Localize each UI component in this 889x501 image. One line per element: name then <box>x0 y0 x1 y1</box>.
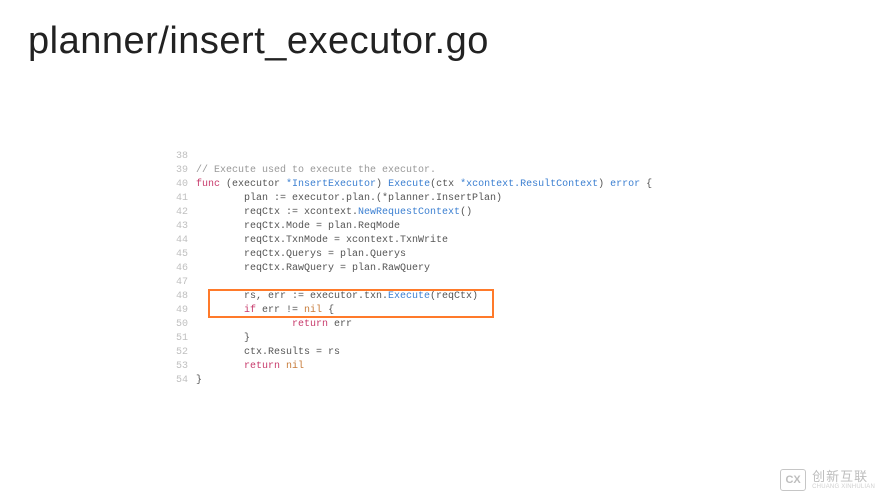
code-line: 46 reqCtx.RawQuery = plan.RawQuery <box>170 262 690 276</box>
code-text: ctx.Results = rs <box>196 346 690 360</box>
code-text: if err != nil { <box>196 304 690 318</box>
code-text: reqCtx.RawQuery = plan.RawQuery <box>196 262 690 276</box>
line-number: 48 <box>170 290 196 304</box>
code-text: plan := executor.plan.(*planner.InsertPl… <box>196 192 690 206</box>
line-number: 43 <box>170 220 196 234</box>
line-number: 42 <box>170 206 196 220</box>
code-line: 43 reqCtx.Mode = plan.ReqMode <box>170 220 690 234</box>
line-number: 41 <box>170 192 196 206</box>
code-line: 45 reqCtx.Querys = plan.Querys <box>170 248 690 262</box>
code-text: reqCtx.Querys = plan.Querys <box>196 248 690 262</box>
code-text: func (executor *InsertExecutor) Execute(… <box>196 178 690 192</box>
page-title: planner/insert_executor.go <box>0 0 889 63</box>
code-text <box>196 276 690 290</box>
code-line: 47 <box>170 276 690 290</box>
code-text: } <box>196 332 690 346</box>
code-line: 54} <box>170 374 690 388</box>
line-number: 47 <box>170 276 196 290</box>
line-number: 38 <box>170 150 196 164</box>
code-line: 49 if err != nil { <box>170 304 690 318</box>
watermark-text-zh: 创新互联 <box>812 470 875 484</box>
code-text: return err <box>196 318 690 332</box>
watermark: CX 创新互联 CHUANG XINHULIAN <box>780 469 875 491</box>
code-line: 52 ctx.Results = rs <box>170 346 690 360</box>
code-text <box>196 150 690 164</box>
code-text: // Execute used to execute the executor. <box>196 164 690 178</box>
line-number: 53 <box>170 360 196 374</box>
line-number: 39 <box>170 164 196 178</box>
line-number: 40 <box>170 178 196 192</box>
code-line: 50 return err <box>170 318 690 332</box>
line-number: 45 <box>170 248 196 262</box>
watermark-text-en: CHUANG XINHULIAN <box>812 484 875 490</box>
code-line: 48 rs, err := executor.txn.Execute(reqCt… <box>170 290 690 304</box>
code-text: reqCtx.Mode = plan.ReqMode <box>196 220 690 234</box>
code-line: 38 <box>170 150 690 164</box>
code-line: 39// Execute used to execute the executo… <box>170 164 690 178</box>
code-text: rs, err := executor.txn.Execute(reqCtx) <box>196 290 690 304</box>
line-number: 46 <box>170 262 196 276</box>
watermark-logo-icon: CX <box>780 469 806 491</box>
code-block: 38 39// Execute used to execute the exec… <box>170 150 690 388</box>
code-line: 44 reqCtx.TxnMode = xcontext.TxnWrite <box>170 234 690 248</box>
code-text: reqCtx := xcontext.NewRequestContext() <box>196 206 690 220</box>
code-text: return nil <box>196 360 690 374</box>
code-line: 41 plan := executor.plan.(*planner.Inser… <box>170 192 690 206</box>
line-number: 54 <box>170 374 196 388</box>
code-line: 53 return nil <box>170 360 690 374</box>
line-number: 52 <box>170 346 196 360</box>
code-line: 42 reqCtx := xcontext.NewRequestContext(… <box>170 206 690 220</box>
code-text: reqCtx.TxnMode = xcontext.TxnWrite <box>196 234 690 248</box>
line-number: 44 <box>170 234 196 248</box>
line-number: 49 <box>170 304 196 318</box>
line-number: 51 <box>170 332 196 346</box>
line-number: 50 <box>170 318 196 332</box>
code-line: 51 } <box>170 332 690 346</box>
code-line: 40func (executor *InsertExecutor) Execut… <box>170 178 690 192</box>
code-text: } <box>196 374 690 388</box>
